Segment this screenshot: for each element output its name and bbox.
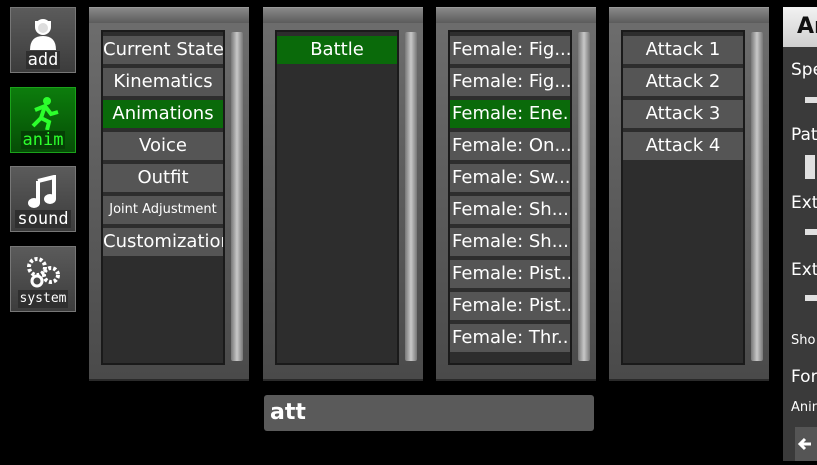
pattern-label: Pat bbox=[791, 125, 817, 145]
running-figure-icon bbox=[23, 95, 63, 131]
list-item[interactable]: Outfit bbox=[103, 164, 223, 192]
category-list: Current State Kinematics Animations Voic… bbox=[101, 30, 225, 365]
ext-label-1: Ext bbox=[791, 193, 817, 213]
tool-anim-button[interactable]: anim bbox=[10, 87, 76, 153]
list-item[interactable]: Attack 2 bbox=[623, 68, 743, 96]
category-panel: Current State Kinematics Animations Voic… bbox=[89, 7, 249, 381]
list-item[interactable]: Female: Ene... bbox=[450, 100, 570, 128]
tool-system-button[interactable]: system bbox=[10, 246, 76, 312]
list-item[interactable]: Female: Fig... bbox=[450, 36, 570, 64]
tool-sound-label: sound bbox=[15, 209, 71, 229]
scrollbar[interactable] bbox=[231, 32, 243, 361]
list-item[interactable]: Female: Pist... bbox=[450, 292, 570, 320]
list-item[interactable]: Female: Sw... bbox=[450, 164, 570, 192]
list-item[interactable]: Voice bbox=[103, 132, 223, 160]
gears-icon bbox=[23, 254, 63, 290]
group-panel: Battle bbox=[263, 7, 423, 381]
animation-panel: Female: Fig... Female: Fig... Female: En… bbox=[436, 7, 596, 381]
attack-list: Attack 1 Attack 2 Attack 3 Attack 4 bbox=[621, 30, 745, 365]
list-item[interactable]: Attack 1 bbox=[623, 36, 743, 64]
attack-panel: Attack 1 Attack 2 Attack 3 Attack 4 bbox=[609, 7, 769, 381]
list-item[interactable]: Female: Sh... bbox=[450, 196, 570, 224]
tool-add-button[interactable]: add bbox=[10, 7, 76, 73]
tool-sound-button[interactable]: sound bbox=[10, 166, 76, 232]
tool-system-label: system bbox=[17, 290, 69, 308]
music-note-icon bbox=[23, 174, 63, 210]
tool-add-label: add bbox=[25, 50, 61, 70]
pattern-toggle[interactable] bbox=[805, 155, 815, 179]
search-input[interactable]: att bbox=[264, 395, 594, 431]
anim-label: Anin bbox=[791, 400, 817, 415]
show-label: Sho bbox=[791, 333, 816, 348]
list-item[interactable]: Kinematics bbox=[103, 68, 223, 96]
scrollbar[interactable] bbox=[751, 32, 763, 361]
panel-title: An bbox=[783, 7, 817, 47]
list-item[interactable]: Female: Pist... bbox=[450, 260, 570, 288]
speed-label: Spe bbox=[791, 60, 817, 80]
list-item[interactable]: Female: Fig... bbox=[450, 68, 570, 96]
list-item[interactable]: Attack 3 bbox=[623, 100, 743, 128]
scrollbar[interactable] bbox=[578, 32, 590, 361]
ext-slider-1[interactable] bbox=[805, 229, 817, 235]
group-list: Battle bbox=[275, 30, 399, 365]
form-label: For bbox=[791, 367, 817, 387]
list-item[interactable]: Attack 4 bbox=[623, 132, 743, 160]
list-item[interactable]: Joint Adjustment bbox=[103, 196, 223, 224]
speed-slider[interactable] bbox=[805, 97, 817, 103]
person-icon bbox=[23, 15, 63, 51]
list-item[interactable]: Female: Sh... bbox=[450, 228, 570, 256]
animation-settings-panel: An Spe Pat Ext Ext Sho For Anin bbox=[783, 7, 817, 461]
tool-anim-label: anim bbox=[20, 130, 66, 150]
animation-list: Female: Fig... Female: Fig... Female: En… bbox=[448, 30, 572, 365]
scrollbar[interactable] bbox=[405, 32, 417, 361]
list-item[interactable]: Current State bbox=[103, 36, 223, 64]
list-item[interactable]: Animations bbox=[103, 100, 223, 128]
list-item[interactable]: Female: On... bbox=[450, 132, 570, 160]
list-item[interactable]: Customization bbox=[103, 228, 223, 256]
list-item[interactable]: Battle bbox=[277, 36, 397, 64]
list-item[interactable]: Female: Thr... bbox=[450, 324, 570, 352]
ext-slider-2[interactable] bbox=[805, 295, 817, 301]
ext-label-2: Ext bbox=[791, 260, 817, 280]
back-arrow-icon[interactable] bbox=[795, 427, 817, 461]
